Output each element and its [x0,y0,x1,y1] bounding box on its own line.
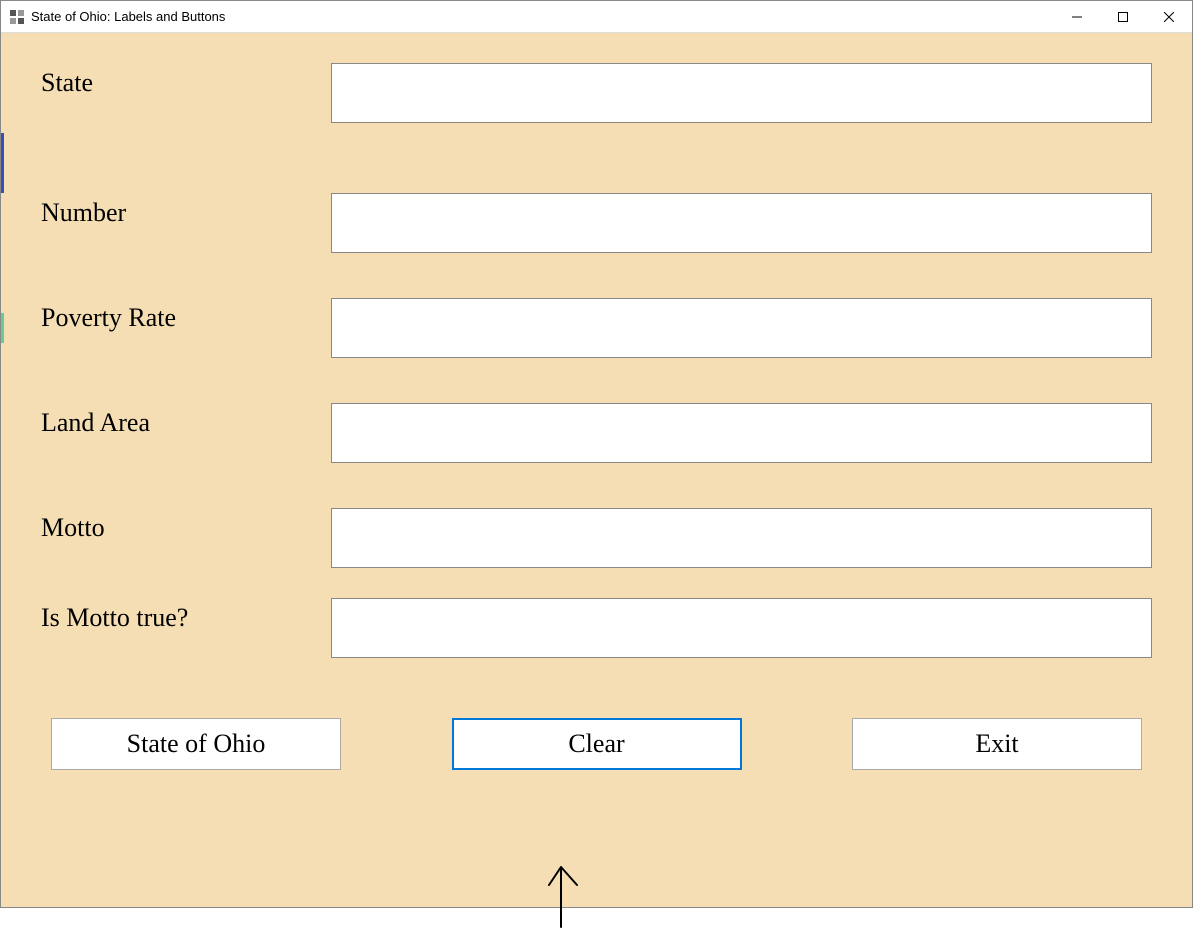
window-title: State of Ohio: Labels and Buttons [31,9,225,24]
titlebar-controls [1054,1,1192,32]
label-land-area: Land Area [41,403,331,438]
row-number: Number [41,193,1152,253]
row-state: State [41,63,1152,123]
field-state [331,63,1152,123]
field-poverty-rate [331,298,1152,358]
app-window: State of Ohio: Labels and Buttons State … [0,0,1193,908]
field-number [331,193,1152,253]
button-row: State of Ohio Clear Exit [41,718,1152,770]
exit-button[interactable]: Exit [852,718,1142,770]
label-motto: Motto [41,508,331,543]
client-area: State Number Poverty Rate Land Area Mott… [1,33,1192,907]
app-icon [9,9,25,25]
row-motto: Motto [41,508,1152,568]
row-poverty-rate: Poverty Rate [41,298,1152,358]
clear-button[interactable]: Clear [452,718,742,770]
field-motto [331,508,1152,568]
label-is-motto-true: Is Motto true? [41,598,331,633]
row-land-area: Land Area [41,403,1152,463]
minimize-button[interactable] [1054,1,1100,32]
label-poverty-rate: Poverty Rate [41,298,331,333]
titlebar-left: State of Ohio: Labels and Buttons [1,9,225,25]
titlebar: State of Ohio: Labels and Buttons [1,1,1192,33]
row-is-motto-true: Is Motto true? [41,598,1152,658]
field-land-area [331,403,1152,463]
label-state: State [41,63,331,98]
maximize-button[interactable] [1100,1,1146,32]
arrow-annotation-icon [541,859,601,934]
field-is-motto-true [331,598,1152,658]
label-number: Number [41,193,331,228]
close-button[interactable] [1146,1,1192,32]
state-of-ohio-button[interactable]: State of Ohio [51,718,341,770]
edge-decoration [1,33,4,907]
